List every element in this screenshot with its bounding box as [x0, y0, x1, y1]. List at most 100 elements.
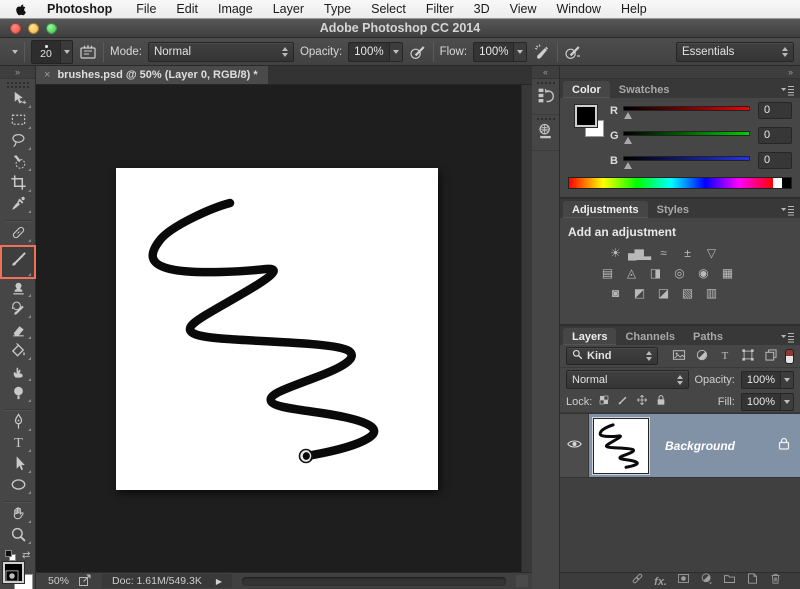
filter-image[interactable]: [672, 348, 686, 365]
black-white-icon[interactable]: ◨: [646, 265, 663, 281]
clone-stamp-tool[interactable]: [0, 279, 36, 300]
menu-item-image[interactable]: Image: [208, 2, 263, 16]
adjustment-layer[interactable]: [700, 572, 713, 589]
menu-item-type[interactable]: Type: [314, 2, 361, 16]
trash[interactable]: [769, 572, 782, 589]
hue-saturation-icon[interactable]: ▤: [598, 265, 615, 281]
toggle-brush-panel-icon[interactable]: [79, 43, 97, 61]
tab-swatches[interactable]: Swatches: [610, 81, 679, 98]
tab-adjustments[interactable]: Adjustments: [563, 201, 648, 218]
marquee-tool[interactable]: [0, 111, 36, 132]
slider-thumb[interactable]: [624, 162, 632, 169]
eyedropper-tool[interactable]: [0, 195, 36, 216]
shape-tool[interactable]: [0, 476, 36, 497]
channel-value-field[interactable]: 0: [758, 102, 792, 119]
layer-filter-kind-select[interactable]: Kind: [566, 347, 658, 365]
panel-menu-icon[interactable]: [780, 203, 795, 221]
color-spectrum-ramp[interactable]: [568, 177, 792, 189]
tab-channels[interactable]: Channels: [616, 328, 684, 345]
channel-value-field[interactable]: 0: [758, 152, 792, 169]
vertical-scrollbar[interactable]: [521, 85, 532, 572]
quick-select-tool[interactable]: [0, 153, 36, 174]
lasso-tool[interactable]: [0, 132, 36, 153]
paint-bucket-tool[interactable]: [0, 342, 36, 363]
tab-layers[interactable]: Layers: [563, 328, 616, 345]
document-tab[interactable]: × brushes.psd @ 50% (Layer 0, RGB/8) *: [36, 66, 268, 84]
lock-all[interactable]: [655, 394, 667, 409]
layer-fill-select[interactable]: 100%: [741, 393, 794, 411]
gradient-map-icon[interactable]: ▧: [678, 285, 695, 301]
document-canvas[interactable]: [116, 168, 438, 490]
curves-icon[interactable]: ≈: [654, 245, 671, 261]
filter-smartobject[interactable]: [764, 348, 778, 365]
channel-slider[interactable]: [623, 154, 750, 168]
folder[interactable]: [723, 572, 736, 589]
photo-filter-icon[interactable]: ◎: [670, 265, 687, 281]
pen-tool[interactable]: [0, 413, 36, 434]
filter-shape[interactable]: [741, 348, 755, 365]
vibrance-icon[interactable]: ▽: [702, 245, 719, 261]
menu-item-file[interactable]: File: [126, 2, 166, 16]
tab-color[interactable]: Color: [563, 81, 610, 98]
color-lookup-icon[interactable]: ▦: [718, 265, 735, 281]
path-select-tool[interactable]: [0, 455, 36, 476]
posterize-icon[interactable]: ◩: [630, 285, 647, 301]
menu-item-help[interactable]: Help: [611, 2, 657, 16]
channel-mixer-icon[interactable]: ◉: [694, 265, 711, 281]
layer-thumbnail[interactable]: [593, 418, 649, 474]
threshold-icon[interactable]: ◪: [654, 285, 671, 301]
eraser-tool[interactable]: [0, 321, 36, 342]
close-tab-icon[interactable]: ×: [44, 69, 50, 81]
lock-transparent[interactable]: [598, 394, 610, 409]
crop-tool[interactable]: [0, 174, 36, 195]
collapse-tools-button[interactable]: »: [0, 66, 35, 79]
link[interactable]: [631, 572, 644, 589]
dodge-tool[interactable]: [0, 384, 36, 405]
flow-select[interactable]: 100%: [473, 42, 527, 62]
history-brush-tool[interactable]: [0, 300, 36, 321]
color-balance-icon[interactable]: ◬: [622, 265, 639, 281]
properties-panel[interactable]: [532, 115, 559, 151]
tools-grip[interactable]: [7, 82, 29, 88]
menu-item-layer[interactable]: Layer: [263, 2, 314, 16]
layer-blend-mode-select[interactable]: Normal: [566, 370, 689, 389]
menu-item-filter[interactable]: Filter: [416, 2, 464, 16]
zoom-level-field[interactable]: 50%: [48, 575, 69, 587]
brush-size-picker[interactable]: 20: [31, 40, 73, 64]
swap-colors-icon[interactable]: ⇄: [22, 551, 30, 561]
status-expand-arrow-icon[interactable]: ▶: [216, 577, 222, 586]
zoom-tool[interactable]: [0, 526, 36, 547]
levels-icon[interactable]: ▄▆▂: [630, 245, 647, 261]
brush-tool[interactable]: [0, 245, 36, 279]
channel-value-field[interactable]: 0: [758, 127, 792, 144]
default-colors-icon[interactable]: [5, 550, 16, 561]
expand-dock-button[interactable]: «: [532, 66, 559, 79]
layer-opacity-select[interactable]: 100%: [741, 371, 794, 389]
history-panel[interactable]: [532, 79, 559, 115]
tool-preset-arrow-icon[interactable]: [12, 50, 18, 54]
smudge-tool[interactable]: [0, 363, 36, 384]
menu-item-photoshop[interactable]: Photoshop: [37, 2, 126, 16]
document-info-field[interactable]: Doc: 1.61M/549.3K ▶: [102, 574, 232, 588]
canvas-pasteboard[interactable]: [36, 85, 532, 572]
tab-styles[interactable]: Styles: [648, 201, 698, 218]
share-icon[interactable]: [79, 574, 92, 589]
fx[interactable]: fx.: [654, 572, 667, 589]
collapse-panels-button[interactable]: »: [560, 66, 800, 79]
filter-type[interactable]: T: [718, 348, 732, 365]
zoom-window-button[interactable]: [46, 23, 57, 34]
title-bar[interactable]: Adobe Photoshop CC 2014: [0, 19, 800, 38]
menu-item-edit[interactable]: Edit: [166, 2, 208, 16]
exposure-icon[interactable]: ±: [678, 245, 695, 261]
quick-mask-icon[interactable]: [5, 569, 19, 587]
blend-mode-select[interactable]: Normal: [148, 42, 294, 62]
move-tool[interactable]: [0, 90, 36, 111]
lock-move[interactable]: [636, 394, 648, 409]
layer-visibility-cell[interactable]: [560, 414, 589, 477]
foreground-color-swatch[interactable]: [575, 105, 597, 127]
channel-slider[interactable]: [623, 104, 750, 118]
tab-paths[interactable]: Paths: [684, 328, 732, 345]
mask[interactable]: [677, 572, 690, 589]
horizontal-scrollbar[interactable]: [242, 577, 506, 586]
menu-item-select[interactable]: Select: [361, 2, 416, 16]
